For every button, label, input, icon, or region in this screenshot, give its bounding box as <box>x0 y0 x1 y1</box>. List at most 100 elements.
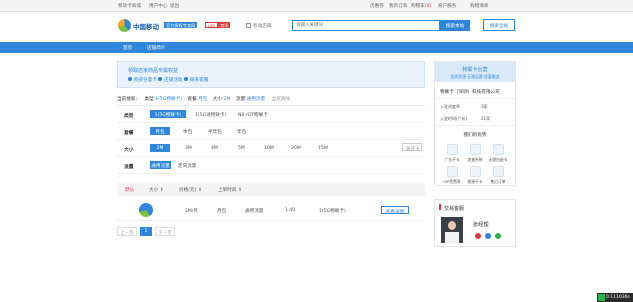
product-size: 2M/月 <box>185 209 199 214</box>
product-logo-icon <box>139 203 153 217</box>
search-all-button[interactable]: 搜索全站 <box>483 19 515 31</box>
promo-item-1[interactable]: 购买任意卡 <box>134 77 157 83</box>
speed-icon <box>470 144 481 155</box>
phone-icon[interactable] <box>485 233 491 239</box>
link-cart[interactable]: 购物车(0) <box>411 3 431 9</box>
agent-name: 张经理 <box>473 222 489 228</box>
next-page-button[interactable]: 下一页 <box>155 227 175 236</box>
advantage-label: 广东开卡 <box>444 157 460 162</box>
option-size-20m[interactable]: 20M <box>291 146 301 151</box>
divider <box>435 125 515 126</box>
option-package-halfyear[interactable]: 半年包 <box>208 129 222 135</box>
expand-label: 展开 <box>406 146 416 152</box>
link-logout[interactable]: 退出 <box>170 3 179 9</box>
link-user-center[interactable]: 用户中心 <box>149 3 167 9</box>
page-1-button[interactable]: 1 <box>140 227 152 236</box>
filter-chip-size[interactable]: 2M <box>224 97 231 102</box>
option-size-2m[interactable]: 2M <box>150 144 170 152</box>
option-package-year[interactable]: 年包 <box>237 129 246 135</box>
product-type: 1(5G物联卡) <box>319 209 346 214</box>
search-site-button[interactable]: 搜索本站 <box>440 20 470 31</box>
link-orders[interactable]: 我的订单 <box>389 3 407 9</box>
filter-key: 类型: <box>144 97 156 102</box>
wechat-icon[interactable] <box>495 233 501 239</box>
signal-icon <box>470 166 481 177</box>
option-type-5g[interactable]: 1(5G物联卡) <box>150 110 186 118</box>
link-merchant[interactable]: 商户服务 <box>438 3 456 9</box>
sort-size[interactable]: 大小 ⇕ <box>149 187 164 193</box>
filter-key: 套餐: <box>187 97 199 102</box>
search-input[interactable] <box>293 21 403 30</box>
store-name: 物联卡（深圳）科技有限公司 <box>440 90 500 95</box>
status-badge: 0.111036s <box>597 293 633 302</box>
logo-text: 中国移动 <box>133 23 159 31</box>
nav-store-intro[interactable]: 店铺简介 <box>147 45 165 51</box>
sort-price[interactable]: 价格(元) ⇕ <box>179 187 202 193</box>
advantage-label: 无理由退卡 <box>488 157 508 162</box>
china-mobile-logo-icon <box>118 19 131 32</box>
link-list[interactable]: 购物清单 <box>470 3 488 9</box>
link-coupons[interactable]: 优惠券 <box>370 3 384 9</box>
promo-item-2[interactable]: 店铺活动 <box>164 77 182 83</box>
agent-avatar <box>441 217 463 243</box>
filter-label-size: 大小 <box>124 148 134 153</box>
promo-box: 领取店家商品专属权益 购买任意卡 店铺活动 联系客服 <box>117 61 425 88</box>
sort-time[interactable]: 上架时间 ⇕ <box>218 187 242 193</box>
service-title: 交易客服 <box>444 206 465 212</box>
option-size-10m[interactable]: 10M <box>264 146 274 151</box>
store-card: 物联卡台营 优质资源 正规运营 优惠服务 物联卡（深圳）科技有限公司 入驻进度率… <box>434 61 516 186</box>
option-package-quarter[interactable]: 季包 <box>183 129 192 135</box>
filter-chip-package[interactable]: 月包 <box>198 97 207 102</box>
nav-home[interactable]: 首页 <box>123 45 132 51</box>
option-type-5g-fast[interactable]: 1(5G速物联卡) <box>195 112 226 118</box>
mobile-shop-link[interactable]: 移动店铺 <box>253 23 271 29</box>
clear-all-link[interactable]: 全部清除 <box>272 97 290 102</box>
expand-button[interactable]: 展开 ▾ <box>402 143 422 152</box>
avatar-shirt <box>445 232 459 243</box>
option-traffic-directed[interactable]: 定向流量 <box>178 163 196 169</box>
merchant-tag: 商家 <box>218 22 231 28</box>
filter-chip-traffic[interactable]: 通用流量 <box>247 97 265 102</box>
advantages-title: 我们的优势 <box>463 133 487 138</box>
circle-icon <box>158 77 162 81</box>
store-banner: 物联卡台营 优质资源 正规运营 优惠服务 <box>435 62 515 82</box>
check-icon <box>598 294 605 301</box>
store-stat-value: 21家 <box>481 116 491 121</box>
filter-chip-type[interactable]: 1(5G物联卡) <box>155 97 182 102</box>
link-home[interactable]: 移动卡商城 <box>118 3 141 9</box>
header: 中国移动 官方授权专卖网 VIP 商家 移动店铺 搜索本站 搜索全站 <box>0 12 633 42</box>
circle-icon <box>128 77 132 81</box>
filter-key: 流量: <box>235 97 247 102</box>
promo-item-3[interactable]: 联系客服 <box>190 77 208 83</box>
option-size-5m[interactable]: 5M <box>238 146 245 151</box>
current-search-bar: 当前搜索： 类型:1(5G物联卡) 套餐:月包 大小:2M 流量:通用流量 全部… <box>117 96 290 102</box>
product-package: 月包 <box>217 209 227 214</box>
option-size-3m[interactable]: 3M <box>185 146 192 151</box>
filter-label-type: 类型 <box>124 114 134 119</box>
filter-label-traffic: 流量 <box>124 165 134 170</box>
prev-page-button[interactable]: 上一页 <box>117 227 137 236</box>
filter-key: 大小: <box>212 97 224 102</box>
advantage-label: 售后订单 <box>490 179 506 184</box>
advantage-label: 稳源不卡 <box>467 179 483 184</box>
option-size-4m[interactable]: 4M <box>211 146 218 151</box>
option-package-month[interactable]: 月包 <box>150 127 170 135</box>
option-traffic-general[interactable]: 通用流量 <box>150 161 171 169</box>
sort-bar: 默认 大小 ⇕ 价格(元) ⇕ 上架时间 ⇕ <box>117 183 425 196</box>
qr-icon <box>246 23 251 28</box>
option-type-nb-iot[interactable]: NB-IOT物联卡 <box>238 112 268 118</box>
filter-label-package: 套餐 <box>124 131 134 136</box>
divider <box>117 156 425 157</box>
product-price: 1.40 <box>285 208 296 213</box>
top-bar: 移动卡商城 用户中心 退出 优惠券 我的订单 购物车(0) 商户服务 购物清单 <box>0 0 633 12</box>
search-box <box>292 20 440 31</box>
qq-icon[interactable] <box>475 233 481 239</box>
shield-icon <box>447 144 458 155</box>
divider <box>117 173 425 174</box>
option-size-15m[interactable]: 15M <box>318 146 328 151</box>
view-details-button[interactable]: 查看详情 <box>381 206 409 215</box>
divider <box>117 139 425 140</box>
title-marker <box>439 204 441 210</box>
advantage-label: VIP免费享 <box>443 179 461 184</box>
sort-default[interactable]: 默认 <box>125 187 134 193</box>
